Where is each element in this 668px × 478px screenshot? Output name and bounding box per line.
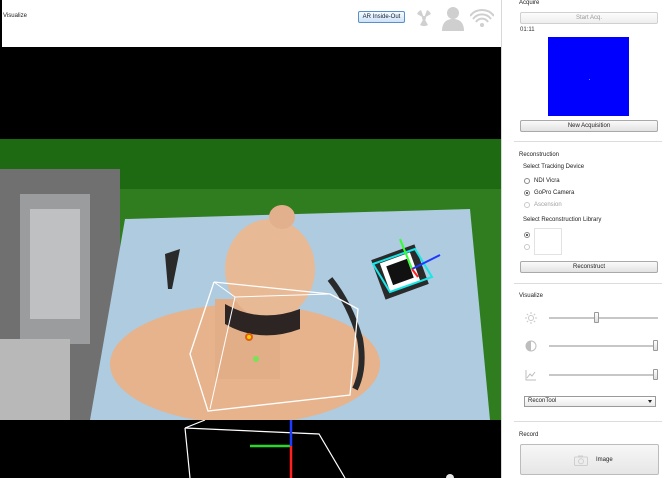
device-label: GoPro Camera — [534, 189, 575, 196]
divider — [514, 283, 662, 284]
contrast-slider[interactable] — [525, 340, 660, 352]
record-section-title: Record — [519, 432, 539, 438]
tracking-device-title: Select Tracking Device — [523, 164, 585, 170]
toolbar-title: Visualize — [3, 13, 27, 19]
divider — [514, 141, 662, 142]
divider — [514, 421, 662, 422]
control-panel: Acquire Start Acq. 01:11 New Acquisition… — [501, 0, 668, 478]
record-image-button[interactable]: Image — [520, 444, 659, 475]
visualization-tool-select[interactable]: ReconTool — [524, 396, 656, 407]
radio-button[interactable] — [524, 189, 530, 196]
image-button-label: Image — [596, 457, 613, 463]
slider-thumb[interactable] — [593, 312, 599, 323]
chevron-down-icon — [648, 400, 652, 403]
device-option-ndi-vicra[interactable]: NDI Vicra — [524, 176, 560, 185]
app-window: Visualize AR Inside-Out Acquire Start Ac… — [0, 0, 668, 478]
curve-slider[interactable] — [525, 369, 660, 381]
device-label: NDI Vicra — [534, 177, 560, 184]
new-acquisition-button[interactable]: New Acquisition — [520, 120, 658, 132]
device-option-gopro-camera[interactable]: GoPro Camera — [524, 188, 574, 197]
acquire-section-title: Acquire — [519, 0, 540, 6]
reconstruction-library-title: Select Reconstruction Library — [523, 217, 602, 223]
brightness-slider[interactable] — [525, 312, 660, 324]
visualize-section-title: Visualize — [519, 293, 543, 299]
visualize-toolbar: Visualize AR Inside-Out — [0, 0, 501, 47]
device-option-ascension[interactable]: Ascension — [524, 200, 562, 209]
audio-waves-icon[interactable] — [469, 5, 495, 31]
slider-thumb[interactable] — [653, 340, 658, 351]
radio-button[interactable] — [524, 231, 530, 238]
library-option-2[interactable] — [524, 242, 530, 251]
acquisition-preview — [548, 37, 629, 116]
brightness-icon — [525, 312, 537, 324]
person-icon[interactable] — [441, 5, 465, 31]
library-option-1[interactable] — [524, 230, 530, 239]
camera-scene — [0, 139, 501, 420]
toolbar-edge — [0, 0, 2, 47]
camera-feed[interactable] — [0, 139, 501, 420]
axes-overlay — [0, 420, 501, 478]
contrast-icon — [525, 340, 537, 352]
slider-track[interactable] — [549, 345, 658, 347]
start-acquisition-button[interactable]: Start Acq. — [520, 12, 658, 24]
camera-icon — [574, 455, 588, 466]
radiation-icon[interactable] — [412, 5, 436, 31]
slider-thumb[interactable] — [653, 369, 658, 380]
device-label: Ascension — [534, 201, 562, 208]
slider-track[interactable] — [549, 317, 658, 319]
reconstruct-button[interactable]: Reconstruct — [520, 261, 658, 273]
radio-button[interactable] — [524, 177, 530, 184]
radio-button[interactable] — [524, 243, 530, 250]
preview-marker — [589, 79, 590, 80]
acquisition-timer: 01:11 — [520, 27, 535, 33]
slider-track[interactable] — [549, 374, 658, 376]
ar-inside-out-button[interactable]: AR Inside-Out — [358, 11, 405, 23]
radio-button[interactable] — [524, 201, 530, 208]
camera-view-pane: Visualize AR Inside-Out — [0, 0, 501, 478]
reconstruction-section-title: Reconstruction — [519, 152, 560, 158]
library-logo — [534, 228, 562, 255]
selected-tool: ReconTool — [528, 398, 557, 404]
curve-icon — [525, 369, 537, 381]
